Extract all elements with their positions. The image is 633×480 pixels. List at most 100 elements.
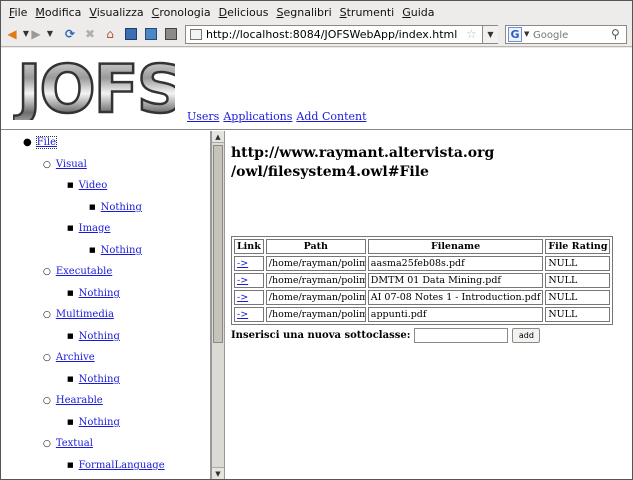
search-go-icon[interactable]: ⚲ (611, 27, 620, 41)
path-cell: /home/rayman/polimi/ (265, 290, 366, 305)
navigation-toolbar: ◀ ▼ ▶ ▼ ⟳ ✖ ⌂ http://localhost:8084/JOFS… (1, 23, 632, 47)
menu-delicious[interactable]: Delicious (215, 6, 273, 19)
path-cell: /home/rayman/polimi/ (265, 256, 366, 271)
square-bullet-icon: ■ (67, 418, 74, 426)
filename-cell: appunti.pdf (367, 307, 544, 322)
open-file-link[interactable]: -> (237, 292, 248, 303)
rating-cell: NULL (545, 256, 611, 271)
menu-segnalibri[interactable]: Segnalibri (273, 6, 336, 19)
table-row: -> /home/rayman/polimi/ appunti.pdf NULL (234, 307, 611, 322)
forward-icon[interactable]: ▶ (29, 27, 43, 41)
square-bullet-icon: ■ (67, 224, 74, 232)
star-icon[interactable]: ☆ (466, 27, 477, 41)
circle-bullet-icon: ○ (43, 267, 51, 277)
scroll-thumb[interactable] (213, 145, 223, 343)
square-bullet-icon: ■ (67, 332, 74, 340)
tree-item-nothing: ■ Nothing (67, 417, 120, 428)
reload-icon[interactable]: ⟳ (63, 27, 77, 41)
browser-window: File Modifica Visualizza Cronologia Deli… (0, 0, 633, 480)
tree-item-file: ● File (23, 136, 58, 149)
column-header-link: Link (234, 239, 264, 254)
add-content-link[interactable]: Add Content (296, 110, 366, 123)
circle-bullet-icon: ○ (43, 160, 51, 170)
stop-icon[interactable]: ✖ (83, 27, 97, 41)
google-engine-icon[interactable]: G (508, 27, 522, 42)
scroll-up-icon[interactable]: ▲ (212, 131, 224, 143)
page-title: http://www.raymant.altervista.org /owl/f… (231, 145, 495, 180)
home-icon[interactable]: ⌂ (103, 27, 117, 41)
search-input[interactable] (533, 28, 611, 42)
toolbar-extension-icon[interactable] (125, 28, 137, 40)
square-bullet-icon: ■ (67, 289, 74, 297)
path-cell: /home/rayman/polimi/ (265, 273, 366, 288)
tree-item-nothing: ■ Nothing (67, 374, 120, 385)
tree-item-visual: ○ Visual (43, 159, 87, 170)
toolbar-extension-icon[interactable] (165, 28, 177, 40)
open-file-link[interactable]: -> (237, 275, 248, 286)
files-table: Link Path Filename File Rating -> /home/… (231, 236, 614, 325)
circle-bullet-icon: ○ (43, 310, 51, 320)
search-bar: G ▼ ⚲ (505, 25, 627, 44)
applications-link[interactable]: Applications (223, 110, 292, 123)
search-engine-dropdown-icon[interactable]: ▼ (524, 30, 529, 38)
disc-bullet-icon: ● (23, 137, 32, 148)
table-row: -> /home/rayman/polimi/ aasma25feb08s.pd… (234, 256, 611, 271)
tree-item-multimedia: ○ Multimedia (43, 309, 114, 320)
menu-visualizza[interactable]: Visualizza (85, 6, 147, 19)
tree-item-video: ■ Video (67, 180, 108, 191)
table-header-row: Link Path Filename File Rating (234, 239, 611, 254)
menu-bar: File Modifica Visualizza Cronologia Deli… (1, 1, 632, 23)
page-favicon-icon (190, 29, 202, 40)
header-frame: JOFS Users Applications Add Content (1, 48, 632, 130)
menu-guida[interactable]: Guida (398, 6, 438, 19)
subclass-input[interactable] (414, 328, 509, 343)
page-viewport: JOFS Users Applications Add Content ● File … (1, 48, 632, 479)
table-row: -> /home/rayman/polimi/ DMTM 01 Data Min… (234, 273, 611, 288)
circle-bullet-icon: ○ (43, 439, 51, 449)
square-bullet-icon: ■ (67, 375, 74, 383)
back-icon[interactable]: ◀ (5, 27, 19, 41)
menu-strumenti[interactable]: Strumenti (336, 6, 399, 19)
tree-item-image: ■ Image (67, 223, 111, 234)
toolbar-extension-icon[interactable] (145, 28, 157, 40)
path-cell: /home/rayman/polimi/ (265, 307, 366, 322)
menu-file[interactable]: File (5, 6, 31, 19)
svg-text:JOFS: JOFS (13, 52, 175, 120)
tree-item-nothing: ■ Nothing (89, 202, 142, 213)
tree-item-executable: ○ Executable (43, 266, 113, 277)
add-subclass-form: Inserisci una nuova sottoclasse: add (231, 328, 541, 343)
tree-item-formallanguage: ■ FormalLanguage (67, 460, 165, 471)
filename-cell: AI 07-08 Notes 1 - Introduction.pdf (367, 290, 544, 305)
open-file-link[interactable]: -> (237, 258, 248, 269)
url-dropdown-icon[interactable]: ▼ (482, 26, 498, 43)
square-bullet-icon: ■ (67, 181, 74, 189)
square-bullet-icon: ■ (67, 461, 74, 469)
address-bar[interactable]: http://localhost:8084/JOFSWebApp/index.h… (185, 25, 498, 44)
tree-item-archive: ○ Archive (43, 352, 95, 363)
category-tree-frame: ● File ○ Visual ■ Video ■ Nothing ■ Image ■ No… (1, 131, 211, 479)
rating-cell: NULL (545, 290, 611, 305)
add-button[interactable]: add (512, 328, 541, 343)
open-file-link[interactable]: -> (237, 309, 248, 320)
column-header-path: Path (265, 239, 366, 254)
tree-item-nothing: ■ Nothing (67, 288, 120, 299)
forward-history-dropdown-icon[interactable]: ▼ (43, 27, 57, 41)
tree-item-nothing: ■ Nothing (89, 245, 142, 256)
square-bullet-icon: ■ (89, 203, 96, 211)
table-row: -> /home/rayman/polimi/ AI 07-08 Notes 1… (234, 290, 611, 305)
rating-cell: NULL (545, 273, 611, 288)
tree-item-textual: ○ Textual (43, 438, 93, 449)
filename-cell: DMTM 01 Data Mining.pdf (367, 273, 544, 288)
circle-bullet-icon: ○ (43, 396, 51, 406)
tree-scrollbar[interactable]: ▲ ▼ (211, 131, 225, 479)
address-url[interactable]: http://localhost:8084/JOFSWebApp/index.h… (206, 28, 457, 41)
content-frame: http://www.raymant.altervista.org /owl/f… (226, 131, 632, 479)
menu-cronologia[interactable]: Cronologia (148, 6, 215, 19)
menu-modifica[interactable]: Modifica (31, 6, 85, 19)
users-link[interactable]: Users (187, 110, 219, 123)
square-bullet-icon: ■ (89, 246, 96, 254)
top-nav-links: Users Applications Add Content (187, 110, 371, 123)
filename-cell: aasma25feb08s.pdf (367, 256, 544, 271)
jofs-logo: JOFS (13, 52, 175, 120)
scroll-down-icon[interactable]: ▼ (212, 467, 224, 479)
